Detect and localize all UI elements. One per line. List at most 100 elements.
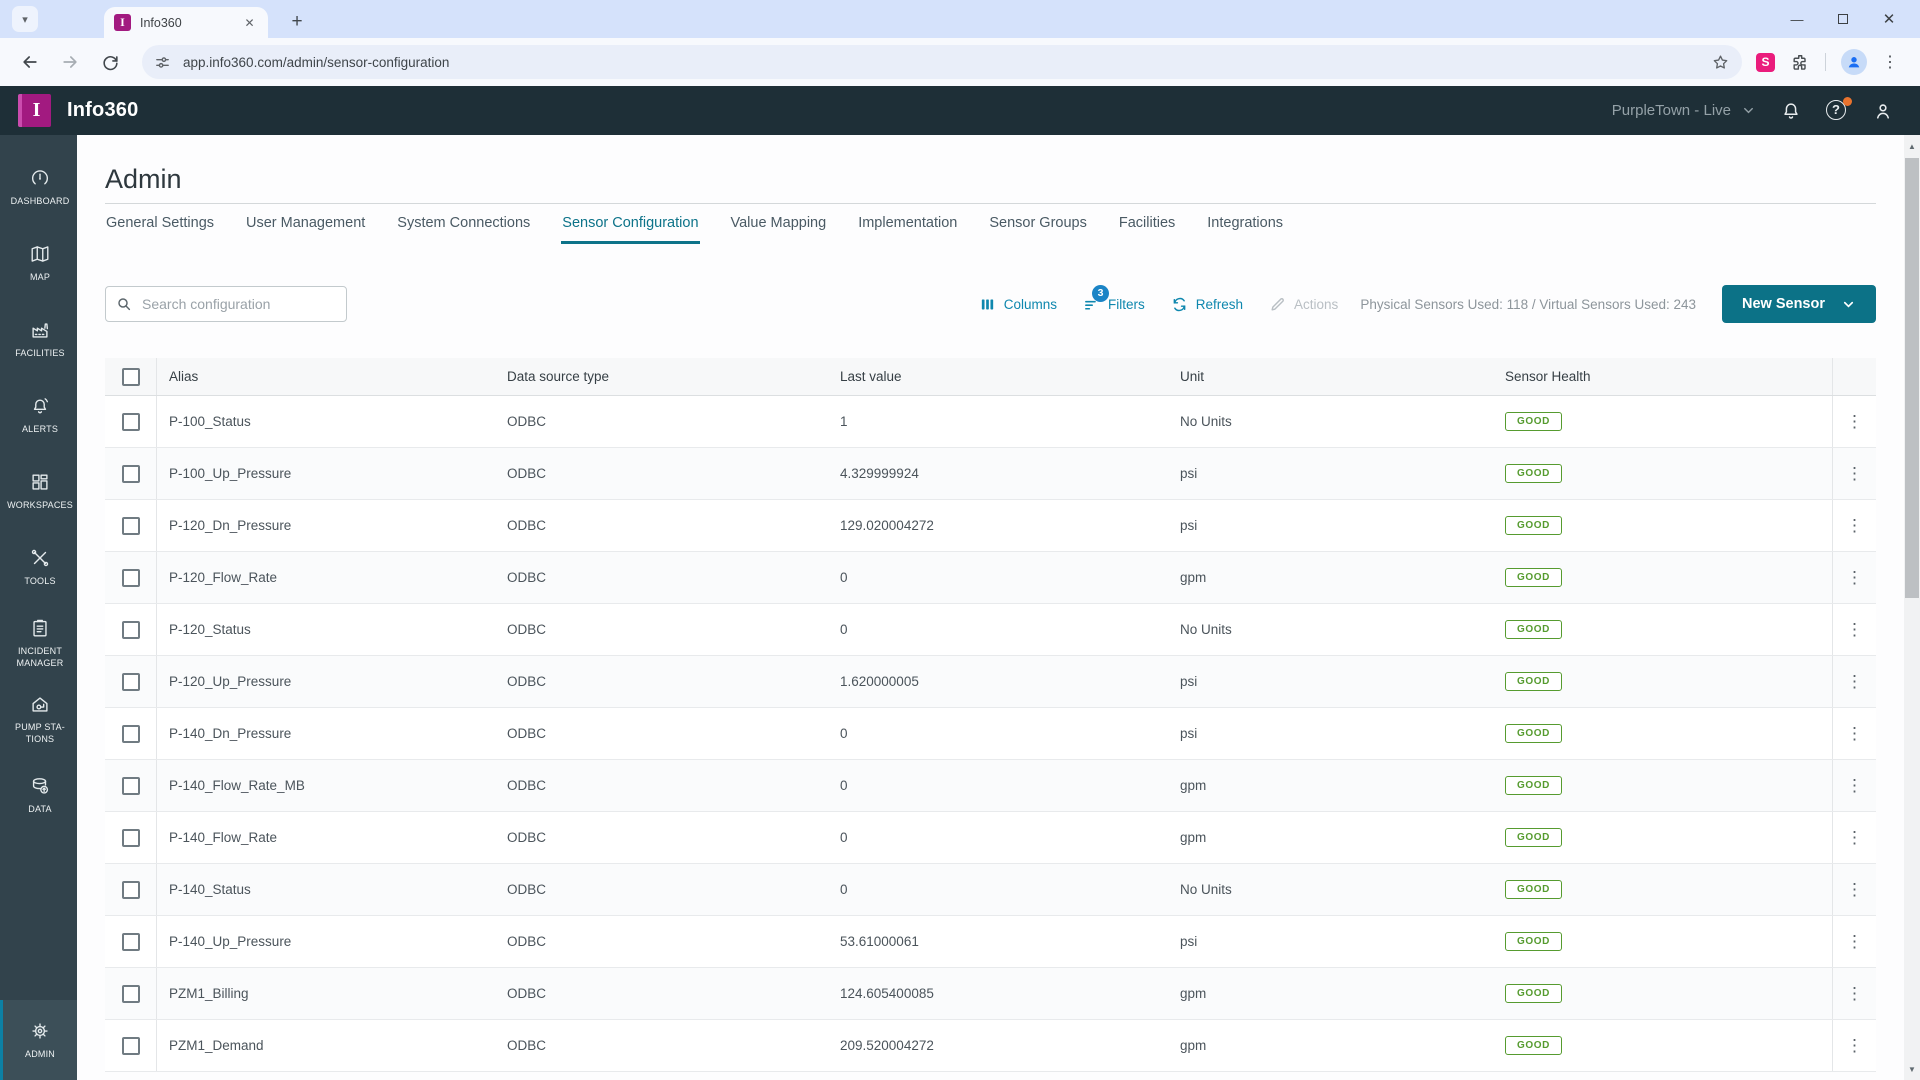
forward-icon[interactable] bbox=[56, 48, 84, 76]
sidebar-item-data[interactable]: DATA bbox=[0, 757, 77, 833]
tab-user-management[interactable]: User Management bbox=[245, 215, 366, 244]
address-bar[interactable]: app.info360.com/admin/sensor-configurati… bbox=[142, 45, 1742, 79]
scroll-down-icon[interactable]: ▼ bbox=[1904, 1061, 1920, 1077]
sidebar-item-admin[interactable]: ADMIN bbox=[0, 1000, 77, 1080]
row-checkbox[interactable] bbox=[121, 828, 140, 847]
filters-button[interactable]: 3 Filters bbox=[1083, 284, 1145, 313]
column-header-alias[interactable]: Alias bbox=[157, 369, 495, 384]
row-checkbox[interactable] bbox=[121, 932, 140, 951]
row-checkbox[interactable] bbox=[121, 724, 140, 743]
row-menu-button[interactable]: ⋮ bbox=[1846, 829, 1863, 846]
tab-sensor-configuration[interactable]: Sensor Configuration bbox=[561, 215, 700, 244]
cell-last-value: 209.520004272 bbox=[840, 1038, 934, 1053]
tab-value-mapping[interactable]: Value Mapping bbox=[730, 215, 828, 244]
bell-wave-icon bbox=[29, 395, 51, 417]
tab-system-connections[interactable]: System Connections bbox=[396, 215, 531, 244]
row-checkbox[interactable] bbox=[121, 672, 140, 691]
column-header-last-value[interactable]: Last value bbox=[828, 369, 1168, 384]
user-account-icon[interactable] bbox=[1872, 100, 1894, 122]
select-all-checkbox[interactable] bbox=[121, 367, 140, 386]
back-icon[interactable] bbox=[16, 48, 44, 76]
bookmark-star-icon[interactable] bbox=[1711, 53, 1730, 72]
browser-tab[interactable]: I Info360 ✕ bbox=[104, 7, 268, 38]
sidebar-item-dashboard[interactable]: DASHBOARD bbox=[0, 149, 77, 225]
row-menu-button[interactable]: ⋮ bbox=[1846, 621, 1863, 638]
table-row: P-100_Up_Pressure ODBC 4.329999924 psi G… bbox=[105, 448, 1876, 500]
row-menu-button[interactable]: ⋮ bbox=[1846, 465, 1863, 482]
favicon: I bbox=[114, 14, 131, 31]
scroll-up-icon[interactable]: ▲ bbox=[1904, 138, 1920, 154]
cell-unit: gpm bbox=[1180, 778, 1207, 793]
sensor-usage-text: Physical Sensors Used: 118 / Virtual Sen… bbox=[1360, 296, 1696, 312]
tab-general-settings[interactable]: General Settings bbox=[105, 215, 215, 244]
environment-selector[interactable]: PurpleTown - Live bbox=[1612, 102, 1756, 119]
sidebar-item-workspaces[interactable]: WORKSPACES bbox=[0, 453, 77, 529]
row-menu-button[interactable]: ⋮ bbox=[1846, 881, 1863, 898]
help-icon[interactable]: ? bbox=[1826, 96, 1852, 122]
cell-alias: P-100_Up_Pressure bbox=[169, 466, 292, 481]
chevron-down-icon bbox=[1843, 301, 1854, 308]
row-menu-button[interactable]: ⋮ bbox=[1846, 725, 1863, 742]
row-checkbox[interactable] bbox=[121, 412, 140, 431]
cell-alias: P-120_Status bbox=[169, 622, 251, 637]
sidebar-item-pump-sta-tions[interactable]: PUMP STA-TIONS bbox=[0, 681, 77, 757]
new-tab-button[interactable]: + bbox=[284, 9, 310, 35]
cell-last-value: 0 bbox=[840, 622, 848, 637]
browser-menu-icon[interactable]: ⋮ bbox=[1882, 52, 1898, 72]
row-checkbox[interactable] bbox=[121, 776, 140, 795]
maximize-button[interactable] bbox=[1820, 12, 1866, 27]
row-checkbox[interactable] bbox=[121, 1036, 140, 1055]
row-checkbox[interactable] bbox=[121, 880, 140, 899]
row-checkbox[interactable] bbox=[121, 620, 140, 639]
new-sensor-button[interactable]: New Sensor bbox=[1722, 285, 1876, 323]
grid-icon bbox=[29, 471, 51, 493]
tab-close-icon[interactable]: ✕ bbox=[241, 14, 258, 31]
tab-integrations[interactable]: Integrations bbox=[1206, 215, 1284, 244]
actions-button[interactable]: Actions bbox=[1269, 296, 1338, 313]
row-checkbox[interactable] bbox=[121, 464, 140, 483]
sidebar-item-facilities[interactable]: FACILITIES bbox=[0, 301, 77, 377]
column-header-unit[interactable]: Unit bbox=[1168, 369, 1497, 384]
cell-last-value: 129.020004272 bbox=[840, 518, 934, 533]
sidebar-item-map[interactable]: MAP bbox=[0, 225, 77, 301]
site-info-icon[interactable] bbox=[154, 54, 171, 71]
row-checkbox[interactable] bbox=[121, 984, 140, 1003]
row-menu-button[interactable]: ⋮ bbox=[1846, 517, 1863, 534]
cell-last-value: 0 bbox=[840, 778, 848, 793]
notifications-bell-icon[interactable] bbox=[1780, 100, 1802, 122]
row-menu-button[interactable]: ⋮ bbox=[1846, 673, 1863, 690]
table-row: P-120_Up_Pressure ODBC 1.620000005 psi G… bbox=[105, 656, 1876, 708]
extensions-puzzle-icon[interactable] bbox=[1790, 52, 1810, 72]
sensor-health-badge: GOOD bbox=[1505, 568, 1562, 587]
sidebar-item-alerts[interactable]: ALERTS bbox=[0, 377, 77, 453]
column-header-sensor-health[interactable]: Sensor Health bbox=[1497, 369, 1832, 384]
sidebar-item-incident-manager[interactable]: INCIDENT MANAGER bbox=[0, 605, 77, 681]
refresh-button[interactable]: Refresh bbox=[1171, 296, 1243, 313]
row-checkbox[interactable] bbox=[121, 516, 140, 535]
extension-icon[interactable]: S bbox=[1756, 52, 1775, 72]
columns-button[interactable]: Columns bbox=[979, 296, 1057, 313]
row-menu-button[interactable]: ⋮ bbox=[1846, 1037, 1863, 1054]
row-checkbox[interactable] bbox=[121, 568, 140, 587]
minimize-button[interactable]: — bbox=[1774, 12, 1820, 27]
row-menu-button[interactable]: ⋮ bbox=[1846, 985, 1863, 1002]
scrollbar-thumb[interactable] bbox=[1905, 158, 1919, 598]
environment-label: PurpleTown - Live bbox=[1611, 102, 1731, 119]
search-input[interactable] bbox=[142, 296, 322, 312]
browser-profile-avatar[interactable] bbox=[1841, 49, 1867, 75]
close-button[interactable]: ✕ bbox=[1866, 10, 1912, 28]
row-menu-button[interactable]: ⋮ bbox=[1846, 569, 1863, 586]
cell-unit: No Units bbox=[1180, 622, 1232, 637]
tab-sensor-groups[interactable]: Sensor Groups bbox=[988, 215, 1088, 244]
column-header-data-source-type[interactable]: Data source type bbox=[495, 369, 828, 384]
reload-icon[interactable] bbox=[96, 48, 124, 76]
sidebar-item-tools[interactable]: TOOLS bbox=[0, 529, 77, 605]
tab-search-button[interactable]: ▾ bbox=[12, 6, 38, 32]
tab-facilities[interactable]: Facilities bbox=[1118, 215, 1176, 244]
row-menu-button[interactable]: ⋮ bbox=[1846, 933, 1863, 950]
page-scrollbar[interactable]: ▲ ▼ bbox=[1904, 135, 1920, 1080]
tab-implementation[interactable]: Implementation bbox=[857, 215, 958, 244]
row-menu-button[interactable]: ⋮ bbox=[1846, 777, 1863, 794]
row-menu-button[interactable]: ⋮ bbox=[1846, 413, 1863, 430]
cell-last-value: 53.61000061 bbox=[840, 934, 919, 949]
